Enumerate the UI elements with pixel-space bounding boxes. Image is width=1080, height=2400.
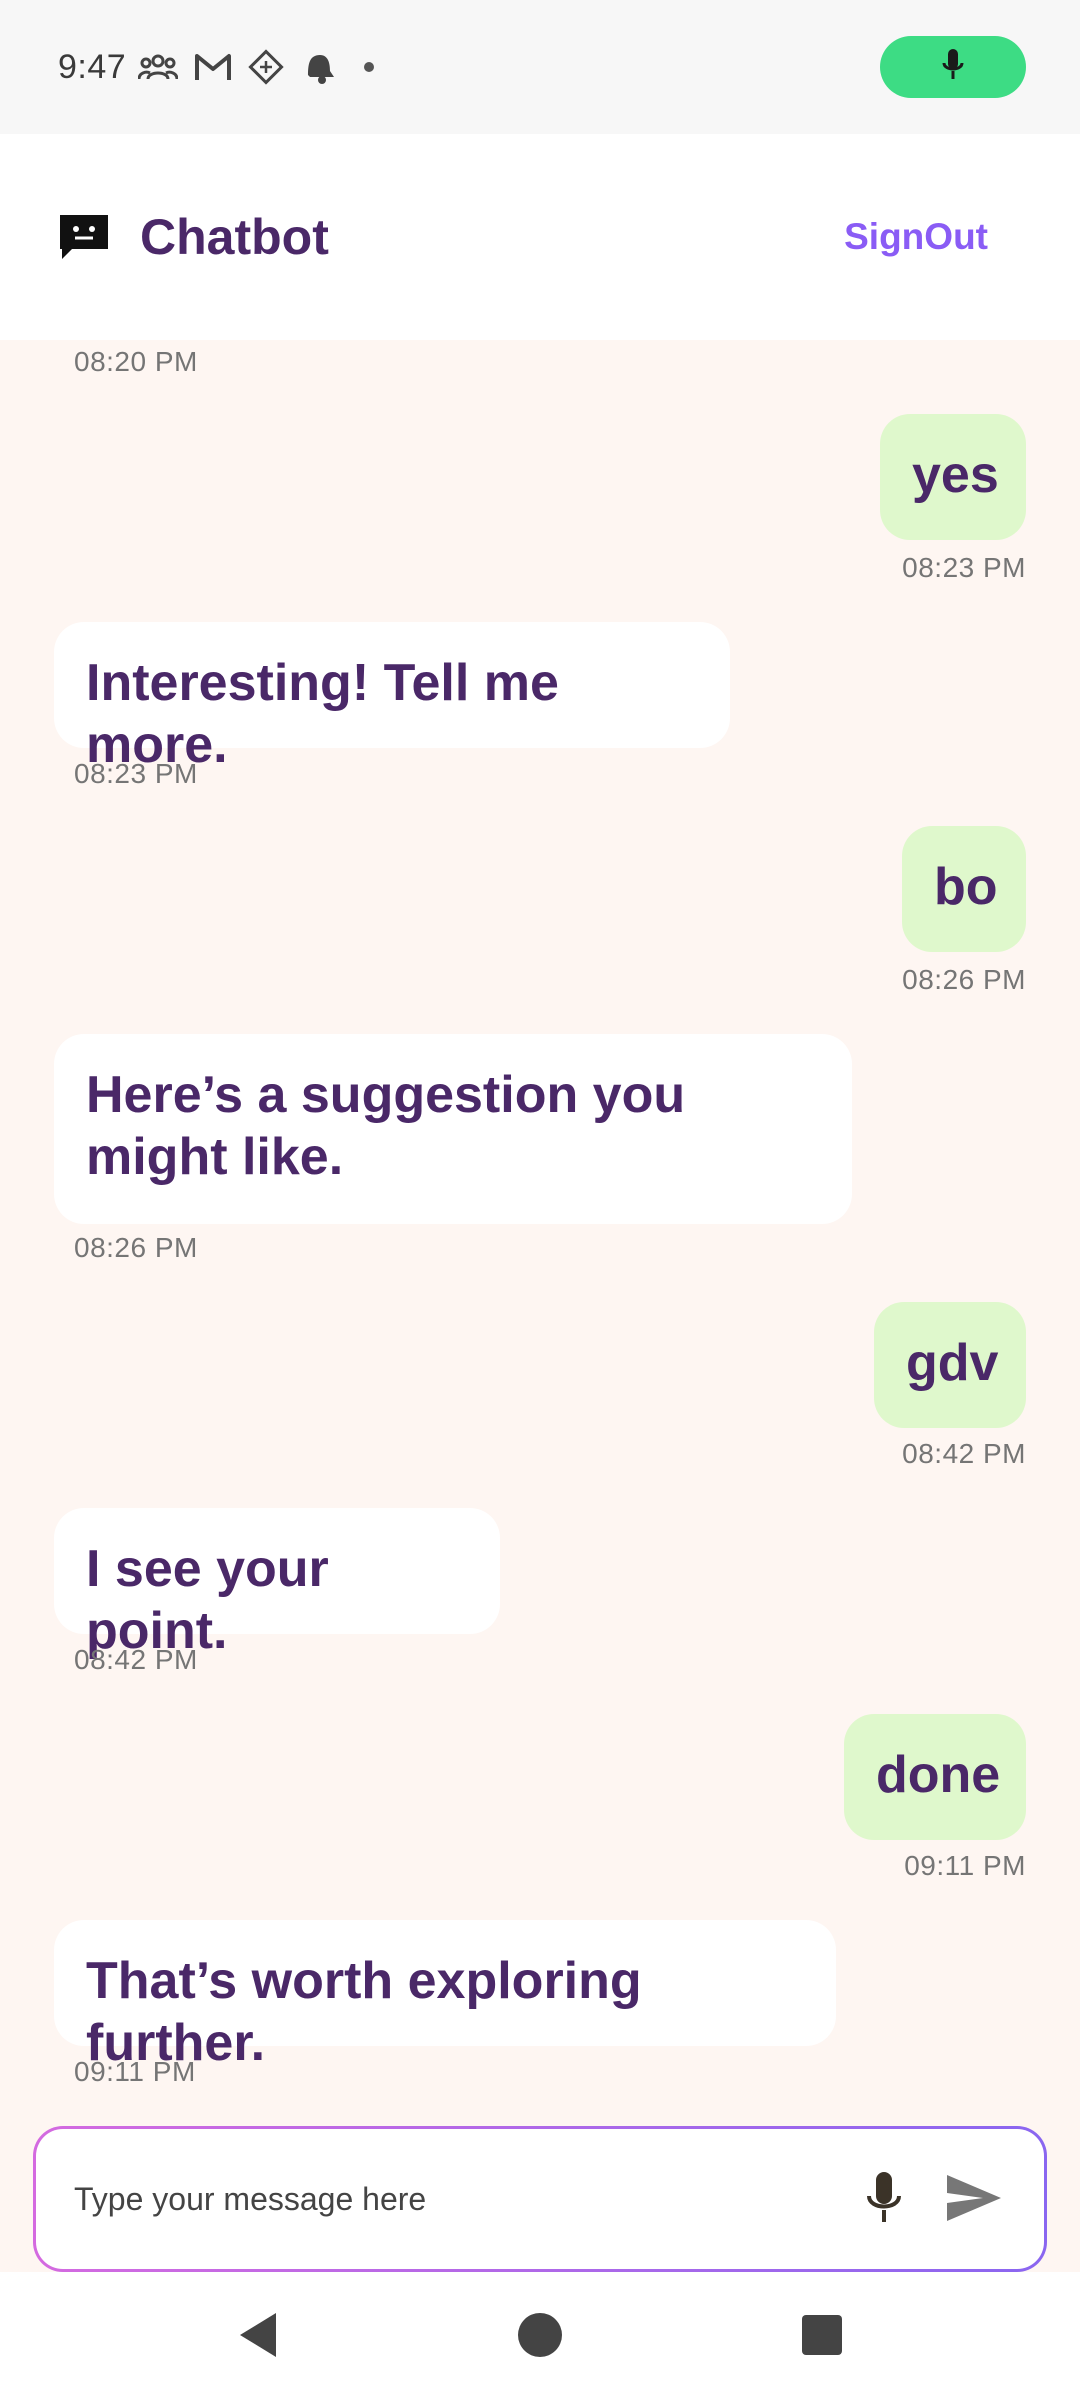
message-timestamp: 08:26 PM	[902, 964, 1026, 995]
app-bar: Chatbot SignOut	[0, 134, 1080, 340]
message-timestamp: 08:42 PM	[74, 1644, 198, 1675]
message-text: That’s worth exploring further.	[86, 1952, 642, 2072]
system-navigation-bar	[0, 2272, 1080, 2400]
send-button[interactable]	[934, 2159, 1014, 2239]
message-timestamp: 08:23 PM	[74, 758, 198, 789]
message-text: Here’s a suggestion you might like.	[86, 1066, 686, 1186]
message-input[interactable]	[74, 2180, 844, 2218]
message-timestamp: 08:23 PM	[902, 552, 1026, 583]
bot-message-bubble[interactable]: Here’s a suggestion you might like.	[54, 1034, 852, 1224]
signout-button[interactable]: SignOut	[844, 216, 988, 258]
bot-message-bubble[interactable]: I see your point.	[54, 1508, 500, 1660]
microphone-icon	[941, 47, 965, 88]
message-text: yes	[912, 446, 999, 504]
message-timestamp: 08:20 PM	[74, 346, 198, 377]
microphone-icon	[864, 2170, 904, 2229]
message-text: I see your point.	[86, 1540, 329, 1660]
message-text: gdv	[906, 1334, 999, 1392]
message-text: bo	[934, 858, 998, 916]
message-text: done	[876, 1746, 1001, 1804]
notification-icon	[300, 49, 336, 85]
message-composer	[33, 2126, 1047, 2272]
message-timestamp: 09:11 PM	[904, 1850, 1026, 1881]
message-text: Interesting! Tell me more.	[86, 654, 559, 774]
mic-in-use-indicator[interactable]	[880, 36, 1026, 98]
chat-messages[interactable]: 08:20 PM yes 08:23 PM Interesting! Tell …	[0, 340, 1080, 2120]
gmail-icon	[194, 52, 232, 82]
app-title: Chatbot	[140, 209, 329, 265]
message-timestamp: 09:11 PM	[74, 2056, 196, 2087]
message-timestamp: 08:26 PM	[74, 1232, 198, 1263]
recents-icon	[801, 2314, 843, 2359]
nav-back-button[interactable]	[218, 2296, 298, 2376]
user-message-bubble[interactable]: done	[844, 1714, 1026, 1840]
user-message-bubble[interactable]: yes	[880, 414, 1026, 540]
user-message-bubble[interactable]: bo	[902, 826, 1026, 952]
nav-home-button[interactable]	[500, 2296, 580, 2376]
back-icon	[236, 2311, 280, 2362]
message-timestamp: 08:42 PM	[902, 1438, 1026, 1469]
status-icons	[138, 49, 375, 85]
people-icon	[138, 53, 179, 81]
diamond-icon	[248, 49, 284, 85]
bot-message-bubble[interactable]: Interesting! Tell me more.	[54, 622, 730, 774]
send-icon	[945, 2173, 1003, 2226]
chat-bubble-icon	[58, 211, 110, 263]
status-time: 9:47	[58, 47, 127, 86]
user-message-bubble[interactable]: gdv	[874, 1302, 1026, 1428]
bot-message-bubble[interactable]: That’s worth exploring further.	[54, 1920, 836, 2072]
home-icon	[517, 2312, 563, 2361]
voice-input-button[interactable]	[844, 2159, 924, 2239]
status-dot	[364, 62, 375, 72]
nav-recents-button[interactable]	[782, 2296, 862, 2376]
status-bar: 9:47	[0, 0, 1080, 134]
